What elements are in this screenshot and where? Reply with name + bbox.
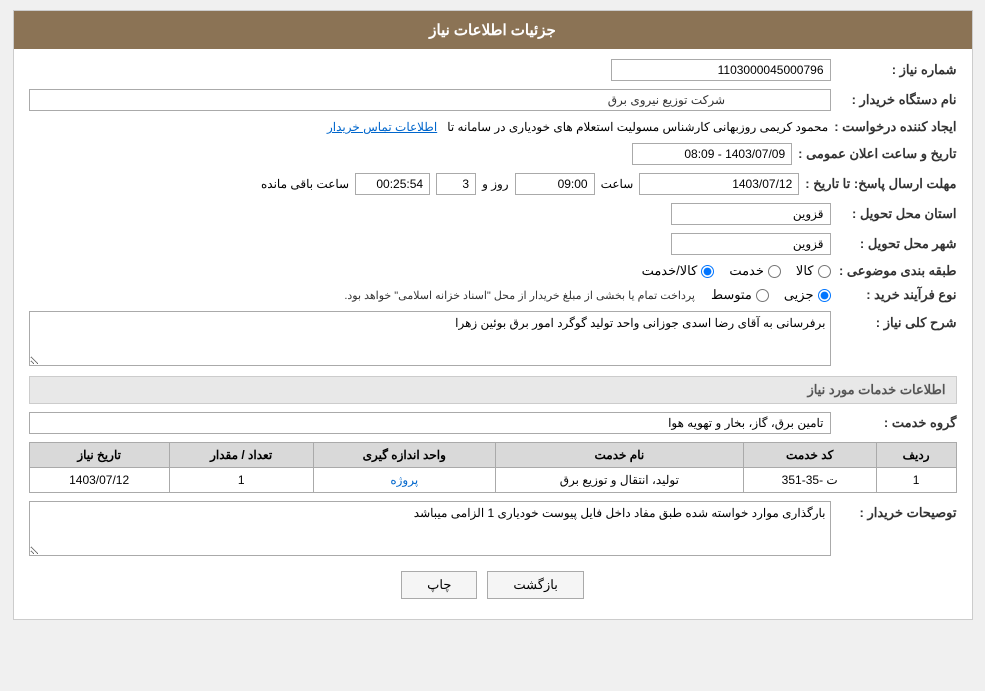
purchase-jozei-radio[interactable] <box>818 289 831 302</box>
purchase-jozei-item: جزیی <box>784 287 831 303</box>
creator-label: ایجاد کننده درخواست : <box>834 119 956 135</box>
purchase-motaset-label: متوسط <box>711 287 752 303</box>
buyer-desc-label: توصیحات خریدار : <box>837 505 957 521</box>
cell-qty: 1 <box>169 468 313 493</box>
buyer-desc-row: توصیحات خریدار : بارگذاری موارد خواسته ش… <box>29 501 957 556</box>
back-button[interactable]: بازگشت <box>487 571 583 599</box>
request-number-label: شماره نیاز : <box>837 62 957 78</box>
content-area: شماره نیاز : نام دستگاه خریدار : شرکت تو… <box>14 49 972 619</box>
deadline-time-input[interactable] <box>515 173 595 195</box>
buyer-org-input[interactable] <box>29 89 831 111</box>
buyer-org-label: نام دستگاه خریدار : <box>837 92 957 108</box>
category-kala-khedmat-item: کالا/خدمت <box>642 263 715 279</box>
service-group-label: گروه خدمت : <box>837 415 957 431</box>
category-khedmat-radio[interactable] <box>768 265 781 278</box>
category-radio-group: کالا خدمت کالا/خدمت <box>642 263 831 279</box>
purchase-type-row: نوع فرآیند خرید : جزیی متوسط پرداخت تمام… <box>29 287 957 303</box>
request-number-input[interactable] <box>611 59 831 81</box>
description-row: شرح کلی نیاز : برفرسانی به آقای رضا اسدی… <box>29 311 957 366</box>
category-row: طبقه بندی موضوعی : کالا خدمت کالا/خدمت <box>29 263 957 279</box>
col-header-code: کد خدمت <box>743 443 876 468</box>
cell-code: ت -35-351 <box>743 468 876 493</box>
request-number-row: شماره نیاز : <box>29 59 957 81</box>
category-label: طبقه بندی موضوعی : <box>837 263 957 279</box>
cell-rownum: 1 <box>876 468 956 493</box>
category-khedmat-item: خدمت <box>729 263 781 279</box>
category-kala-radio[interactable] <box>818 265 831 278</box>
table-header-row: ردیف کد خدمت نام خدمت واحد اندازه گیری ت… <box>29 443 956 468</box>
deadline-time-label: ساعت <box>601 177 634 191</box>
description-label: شرح کلی نیاز : <box>837 315 957 331</box>
province-input[interactable] <box>671 203 831 225</box>
category-kala-item: کالا <box>796 263 831 279</box>
category-khedmat-label: خدمت <box>729 263 764 279</box>
col-header-name: نام خدمت <box>495 443 743 468</box>
cell-unit: پروژه <box>313 468 495 493</box>
city-label: شهر محل تحویل : <box>837 236 957 252</box>
cell-name: تولید، انتقال و توزیع برق <box>495 468 743 493</box>
service-group-row: گروه خدمت : <box>29 412 957 434</box>
announcement-input[interactable] <box>632 143 792 165</box>
deadline-days-input[interactable] <box>436 173 476 195</box>
countdown-input[interactable] <box>355 173 430 195</box>
city-row: شهر محل تحویل : <box>29 233 957 255</box>
purchase-motaset-radio[interactable] <box>756 289 769 302</box>
category-kala-khedmat-radio[interactable] <box>701 265 714 278</box>
category-kala-khedmat-label: کالا/خدمت <box>642 263 698 279</box>
purchase-note: پرداخت تمام یا بخشی از مبلغ خریدار از مح… <box>344 289 695 302</box>
deadline-label: مهلت ارسال پاسخ: تا تاریخ : <box>805 176 956 192</box>
purchase-radio-group: جزیی متوسط <box>711 287 831 303</box>
service-table: ردیف کد خدمت نام خدمت واحد اندازه گیری ت… <box>29 442 957 493</box>
page-title: جزئیات اطلاعات نیاز <box>429 22 556 39</box>
buyer-org-row: نام دستگاه خریدار : شرکت توزیع نیروی برق <box>29 89 957 111</box>
purchase-type-label: نوع فرآیند خرید : <box>837 287 957 303</box>
creator-contact-link[interactable]: اطلاعات تماس خریدار <box>327 120 437 134</box>
description-textarea[interactable]: برفرسانی به آقای رضا اسدی جوزانی واحد تو… <box>29 311 831 366</box>
col-header-rownum: ردیف <box>876 443 956 468</box>
service-group-input[interactable] <box>29 412 831 434</box>
main-container: جزئیات اطلاعات نیاز شماره نیاز : نام دست… <box>13 10 973 620</box>
services-section-title: اطلاعات خدمات مورد نیاز <box>29 376 957 404</box>
print-button[interactable]: چاپ <box>401 571 477 599</box>
countdown-label: ساعت باقی مانده <box>261 177 349 191</box>
deadline-row: مهلت ارسال پاسخ: تا تاریخ : ساعت روز و س… <box>29 173 957 195</box>
col-header-unit: واحد اندازه گیری <box>313 443 495 468</box>
button-row: بازگشت چاپ <box>29 571 957 599</box>
creator-value: محمود کریمی روزبهانی کارشناس مسولیت استع… <box>447 120 828 134</box>
col-header-qty: تعداد / مقدار <box>169 443 313 468</box>
announcement-row: تاریخ و ساعت اعلان عمومی : <box>29 143 957 165</box>
purchase-jozei-label: جزیی <box>784 287 814 303</box>
province-label: استان محل تحویل : <box>837 206 957 222</box>
city-input[interactable] <box>671 233 831 255</box>
category-kala-label: کالا <box>796 263 814 279</box>
table-row: 1 ت -35-351 تولید، انتقال و توزیع برق پر… <box>29 468 956 493</box>
cell-date: 1403/07/12 <box>29 468 169 493</box>
province-row: استان محل تحویل : <box>29 203 957 225</box>
deadline-days-label: روز و <box>482 177 509 191</box>
creator-row: ایجاد کننده درخواست : محمود کریمی روزبها… <box>29 119 957 135</box>
announcement-label: تاریخ و ساعت اعلان عمومی : <box>798 146 956 162</box>
deadline-date-input[interactable] <box>639 173 799 195</box>
col-header-date: تاریخ نیاز <box>29 443 169 468</box>
buyer-desc-textarea[interactable]: بارگذاری موارد خواسته شده طبق مفاد داخل … <box>29 501 831 556</box>
purchase-motaset-item: متوسط <box>711 287 769 303</box>
page-header: جزئیات اطلاعات نیاز <box>14 11 972 49</box>
